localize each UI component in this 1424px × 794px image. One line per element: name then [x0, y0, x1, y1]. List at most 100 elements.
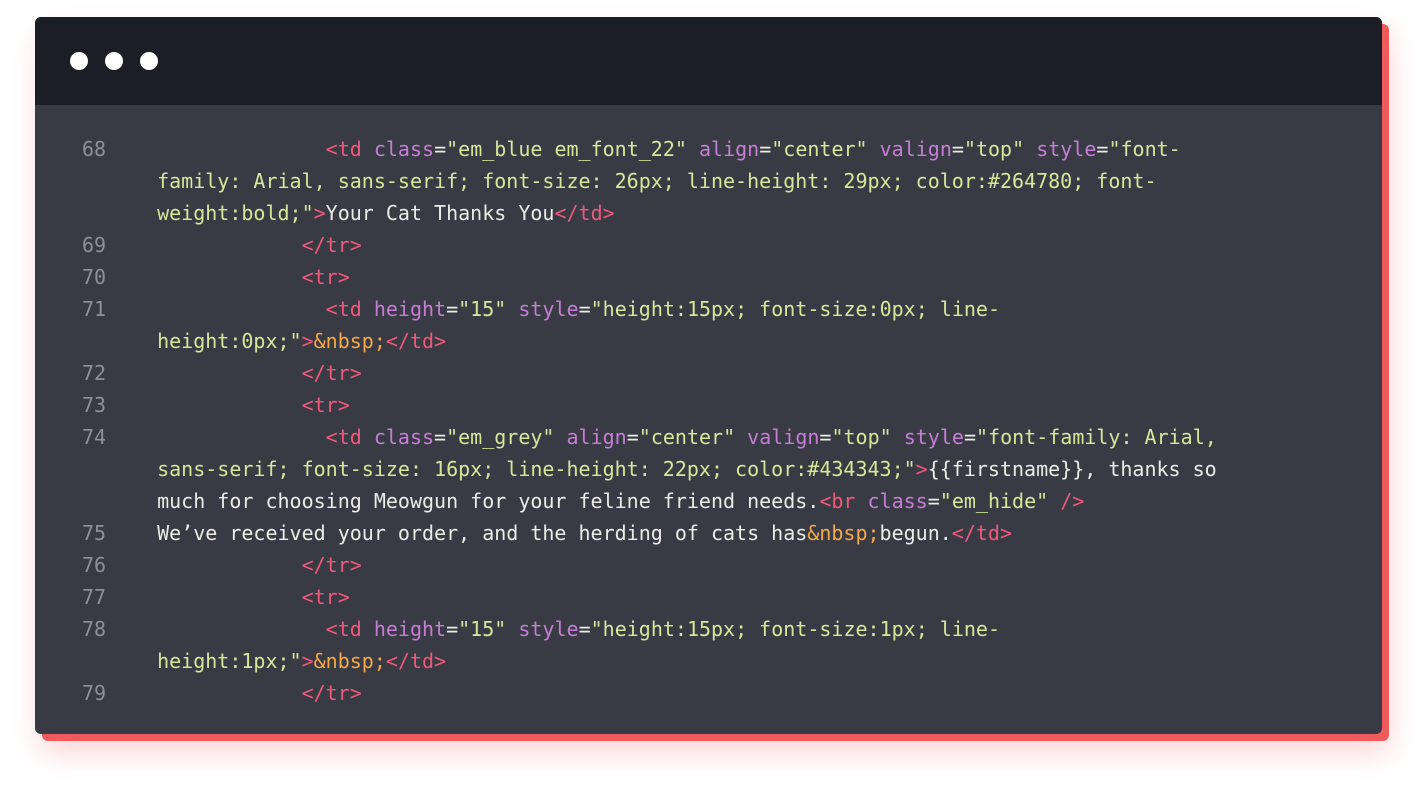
line-number: 73 [82, 393, 107, 417]
code-token: = [1096, 137, 1109, 161]
code-text: family: Arial, sans-serif; font-size: 26… [133, 165, 1157, 197]
window-dot-3-icon[interactable] [140, 52, 158, 70]
code-token: <tr> [133, 585, 350, 609]
code-token: "center" [771, 137, 868, 161]
code-area[interactable]: 68 <td class="em_blue em_font_22" align=… [35, 133, 1382, 709]
code-token: </td> [554, 201, 615, 225]
code-token: family: Arial, sans-serif; font-size: 26… [133, 169, 1157, 193]
code-token: = [963, 425, 976, 449]
code-token: "center" [638, 425, 736, 449]
page: 68 <td class="em_blue em_font_22" align=… [0, 0, 1424, 794]
code-token: height [373, 617, 447, 641]
code-token: valign [879, 137, 952, 161]
code-token: style [518, 297, 579, 321]
code-token: > [915, 457, 928, 481]
code-token: <br [819, 489, 868, 513]
code-row: 79 </tr> [35, 677, 1382, 709]
code-token: = [446, 617, 459, 641]
code-token: "em_grey" [446, 425, 555, 449]
code-row: 68 <td class="em_blue em_font_22" align=… [35, 133, 1382, 165]
code-text: <tr> [133, 389, 350, 421]
code-token: "em_hide" [939, 489, 1049, 513]
code-text: much for choosing Meowgun for your felin… [133, 485, 1084, 517]
code-token: = [626, 425, 639, 449]
code-token: <td [133, 617, 374, 641]
code-text: </tr> [133, 677, 362, 709]
code-text: </tr> [133, 357, 362, 389]
code-token: </tr> [133, 553, 362, 577]
code-row: height:1px;">&nbsp;</td> [35, 645, 1382, 677]
window-dot-2-icon[interactable] [105, 52, 123, 70]
code-text: <td height="15" style="height:15px; font… [133, 293, 1000, 325]
code-token: height [373, 297, 447, 321]
code-token: class [867, 489, 928, 513]
code-row: 70 <tr> [35, 261, 1382, 293]
code-row: 76 </tr> [35, 549, 1382, 581]
code-token: = [434, 425, 447, 449]
line-number: 74 [82, 425, 107, 449]
line-number: 68 [82, 137, 107, 161]
line-number: 79 [82, 681, 107, 705]
code-row: family: Arial, sans-serif; font-size: 26… [35, 165, 1382, 197]
code-token: class [373, 425, 435, 449]
code-token: "font-family: Arial, [975, 425, 1217, 449]
code-token: &nbsp; [313, 649, 386, 673]
code-token: = [819, 425, 832, 449]
code-token: "em_blue em_font_22" [446, 137, 687, 161]
code-text: <td height="15" style="height:15px; font… [133, 613, 1000, 645]
code-text: We’ve received your order, and the herdi… [133, 517, 1012, 549]
code-token: Your Cat Thanks You [325, 201, 555, 225]
code-token: = [578, 297, 591, 321]
code-row: 71 <td height="15" style="height:15px; f… [35, 293, 1382, 325]
code-text: <td class="em_grey" align="center" valig… [133, 421, 1217, 453]
code-token: weight:bold;" [133, 201, 314, 225]
code-token: > [301, 649, 314, 673]
code-text: height:0px;">&nbsp;</td> [133, 325, 446, 357]
code-text: </tr> [133, 229, 362, 261]
code-token: </tr> [133, 681, 362, 705]
code-token: = [434, 137, 447, 161]
window-dot-1-icon[interactable] [70, 52, 88, 70]
code-token: {{firstname}}, thanks so [927, 457, 1217, 481]
code-row: 74 <td class="em_grey" align="center" va… [35, 421, 1382, 453]
code-token: We’ve received your order, and the herdi… [133, 521, 808, 545]
code-token: </tr> [133, 233, 362, 257]
code-row: 73 <tr> [35, 389, 1382, 421]
code-row: 78 <td height="15" style="height:15px; f… [35, 613, 1382, 645]
code-token: "15" [458, 297, 507, 321]
code-token: align [566, 425, 627, 449]
line-number: 78 [82, 617, 107, 641]
code-token: </td> [385, 649, 447, 673]
code-token: &nbsp; [313, 329, 386, 353]
code-text: height:1px;">&nbsp;</td> [133, 645, 446, 677]
code-token: </td> [385, 329, 447, 353]
code-row: weight:bold;">Your Cat Thanks You</td> [35, 197, 1382, 229]
code-token: "top" [963, 137, 1025, 161]
code-row: height:0px;">&nbsp;</td> [35, 325, 1382, 357]
code-token: /> [1048, 489, 1085, 513]
code-editor-window: 68 <td class="em_blue em_font_22" align=… [35, 17, 1382, 734]
code-token: "font- [1108, 137, 1181, 161]
code-token: align [698, 137, 760, 161]
code-token: = [578, 617, 591, 641]
code-token: "15" [458, 617, 507, 641]
code-token: td [337, 137, 362, 161]
code-token: "height:15px; font-size:1px; line- [590, 617, 1001, 641]
code-text: weight:bold;">Your Cat Thanks You</td> [133, 197, 615, 229]
code-token: <td [133, 425, 374, 449]
code-token: style [1036, 137, 1097, 161]
code-token: > [301, 329, 314, 353]
code-row: sans-serif; font-size: 16px; line-height… [35, 453, 1382, 485]
code-token: height:0px;" [133, 329, 302, 353]
code-token: <tr> [133, 265, 350, 289]
line-number: 69 [82, 233, 107, 257]
code-token: "height:15px; font-size:0px; line- [590, 297, 1001, 321]
code-text: <td class="em_blue em_font_22" align="ce… [133, 133, 1181, 165]
code-token: begun. [879, 521, 952, 545]
